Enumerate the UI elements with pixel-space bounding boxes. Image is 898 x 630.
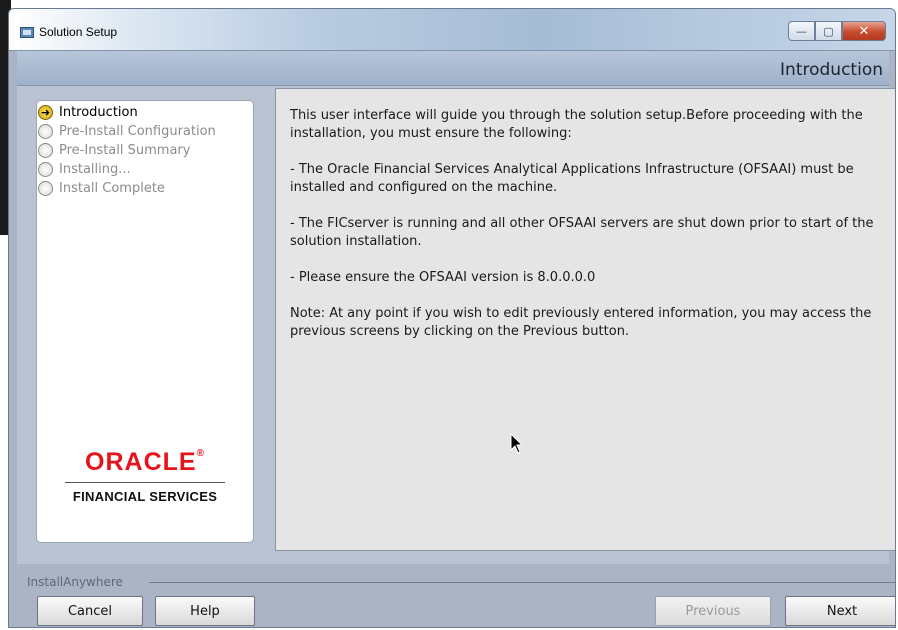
logo-divider	[65, 482, 225, 483]
step-label: Introduction	[59, 105, 138, 120]
step-install-complete: Install Complete	[37, 179, 253, 198]
window-title: Solution Setup	[39, 25, 118, 39]
close-button[interactable]: ✕	[842, 21, 886, 41]
step-pre-install-summary: Pre-Install Summary	[37, 141, 253, 160]
introduction-info-panel: This user interface will guide you throu…	[275, 88, 895, 551]
help-button[interactable]: Help	[155, 596, 255, 626]
oracle-logo-wordmark: ORACLE®	[37, 448, 253, 477]
step-label: Installing...	[59, 162, 131, 177]
note-paragraph: Note: At any point if you wish to edit p…	[290, 306, 872, 339]
pending-step-circle-icon	[38, 143, 53, 158]
requirement-ofsaai-installed: - The Oracle Financial Services Analytic…	[290, 162, 854, 195]
next-button[interactable]: Next	[785, 596, 895, 626]
current-step-arrow-icon: ➜	[38, 105, 53, 120]
content-area: ➜ Introduction Pre-Install Configuration…	[17, 86, 895, 564]
previous-button[interactable]: Previous	[655, 596, 771, 626]
pending-step-circle-icon	[38, 181, 53, 196]
requirement-ofsaai-version: - Please ensure the OFSAAI version is 8.…	[290, 270, 596, 285]
pending-step-circle-icon	[38, 124, 53, 139]
cancel-button[interactable]: Cancel	[37, 596, 143, 626]
registered-mark: ®	[196, 448, 205, 459]
oracle-brand-text: ORACLE	[85, 448, 197, 476]
minimize-button[interactable]: —	[788, 21, 815, 41]
requirement-ficserver-running: - The FICserver is running and all other…	[290, 216, 874, 249]
title-bar[interactable]: Solution Setup — ▢ ✕	[9, 9, 895, 51]
maximize-button[interactable]: ▢	[815, 21, 842, 41]
step-banner: Introduction	[17, 51, 889, 86]
logo-subtitle: FINANCIAL SERVICES	[72, 489, 218, 504]
banner-title: Introduction	[780, 60, 883, 80]
close-icon: ✕	[858, 23, 870, 39]
footer-divider	[149, 582, 895, 583]
steps-list: ➜ Introduction Pre-Install Configuration…	[37, 103, 253, 198]
minimize-icon: —	[796, 24, 807, 38]
pending-step-circle-icon	[38, 162, 53, 177]
installer-window: Solution Setup — ▢ ✕ Introduction ➜ Intr…	[8, 8, 896, 628]
installanywhere-label: InstallAnywhere	[27, 575, 129, 589]
step-label: Pre-Install Summary	[59, 143, 191, 158]
step-introduction: ➜ Introduction	[37, 103, 253, 122]
intro-paragraph: This user interface will guide you throu…	[290, 108, 863, 141]
step-label: Install Complete	[59, 181, 165, 196]
step-label: Pre-Install Configuration	[59, 124, 216, 139]
steps-panel: ➜ Introduction Pre-Install Configuration…	[36, 100, 254, 543]
step-installing: Installing...	[37, 160, 253, 179]
introduction-text: This user interface will guide you throu…	[290, 107, 876, 359]
installer-icon	[20, 27, 34, 38]
oracle-logo: ORACLE® FINANCIAL SERVICES	[37, 448, 253, 504]
step-pre-install-configuration: Pre-Install Configuration	[37, 122, 253, 141]
window-controls: — ▢ ✕	[788, 21, 886, 41]
maximize-icon: ▢	[823, 24, 834, 38]
mouse-pointer-icon	[510, 432, 524, 459]
